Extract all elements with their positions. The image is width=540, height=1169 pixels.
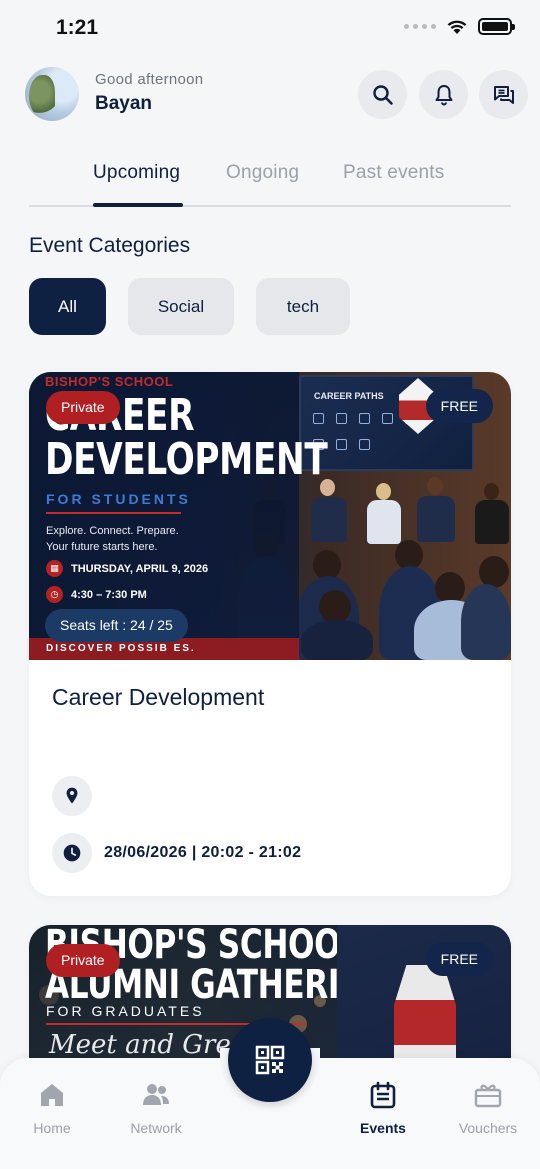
messages-button[interactable] <box>479 70 528 119</box>
tab-upcoming[interactable]: Upcoming <box>93 162 180 184</box>
tab-ongoing[interactable]: Ongoing <box>226 162 299 184</box>
location-icon-wrap <box>52 776 92 816</box>
battery-icon <box>478 18 515 35</box>
username: Bayan <box>95 93 153 114</box>
active-tab-indicator <box>93 203 183 207</box>
chip-tech[interactable]: tech <box>256 278 350 335</box>
wifi-icon <box>447 20 467 34</box>
events-icon <box>370 1081 396 1109</box>
status-time: 1:21 <box>56 16 99 39</box>
qr-scan-button[interactable] <box>228 1018 312 1102</box>
event-poster: CAREER PATHS BISHOP'S SCHOOL CAREER DEVE… <box>29 372 511 660</box>
voucher-icon <box>474 1084 502 1108</box>
school-crest <box>394 965 456 1065</box>
chip-all[interactable]: All <box>29 278 106 335</box>
clock-icon-wrap <box>52 833 92 873</box>
nav-network[interactable]: Network <box>111 1080 201 1136</box>
avatar[interactable] <box>25 67 79 121</box>
nav-home[interactable]: Home <box>7 1080 97 1136</box>
calendar-icon: ▦ <box>46 560 63 577</box>
event-tabs: Upcoming Ongoing Past events <box>29 160 511 207</box>
location-pin-icon <box>66 787 78 804</box>
header: Good afternoon Bayan <box>25 66 528 122</box>
section-title: Event Categories <box>29 234 191 257</box>
bottom-nav: Home Network Events Vouchers <box>0 1018 540 1169</box>
status-indicators <box>404 18 515 35</box>
greeting-text: Good afternoon <box>95 71 204 88</box>
bell-icon <box>435 84 452 105</box>
event-card[interactable]: CAREER PATHS BISHOP'S SCHOOL CAREER DEVE… <box>29 372 511 896</box>
clock-icon: ◷ <box>46 586 63 603</box>
nav-events[interactable]: Events <box>338 1080 428 1136</box>
price-badge: FREE <box>425 389 493 423</box>
private-badge: Private <box>46 944 120 977</box>
home-icon <box>41 1084 63 1106</box>
event-title: Career Development <box>52 684 265 710</box>
chat-icon <box>493 85 514 104</box>
qr-code-icon <box>255 1045 285 1075</box>
signal-icon <box>404 24 436 29</box>
clock-icon <box>63 844 81 862</box>
chip-social[interactable]: Social <box>128 278 234 335</box>
status-bar: 1:21 <box>0 0 540 60</box>
tab-past-events[interactable]: Past events <box>343 162 444 184</box>
notifications-button[interactable] <box>419 70 468 119</box>
price-badge: FREE <box>425 942 493 976</box>
category-chips: All Social tech <box>29 278 350 335</box>
search-icon <box>372 84 393 105</box>
people-icon <box>143 1084 169 1105</box>
seats-left-badge: Seats left : 24 / 25 <box>45 609 188 642</box>
event-datetime: 28/06/2026 | 20:02 - 21:02 <box>104 844 302 861</box>
nav-vouchers[interactable]: Vouchers <box>443 1080 533 1136</box>
search-button[interactable] <box>358 70 407 119</box>
private-badge: Private <box>46 391 120 424</box>
